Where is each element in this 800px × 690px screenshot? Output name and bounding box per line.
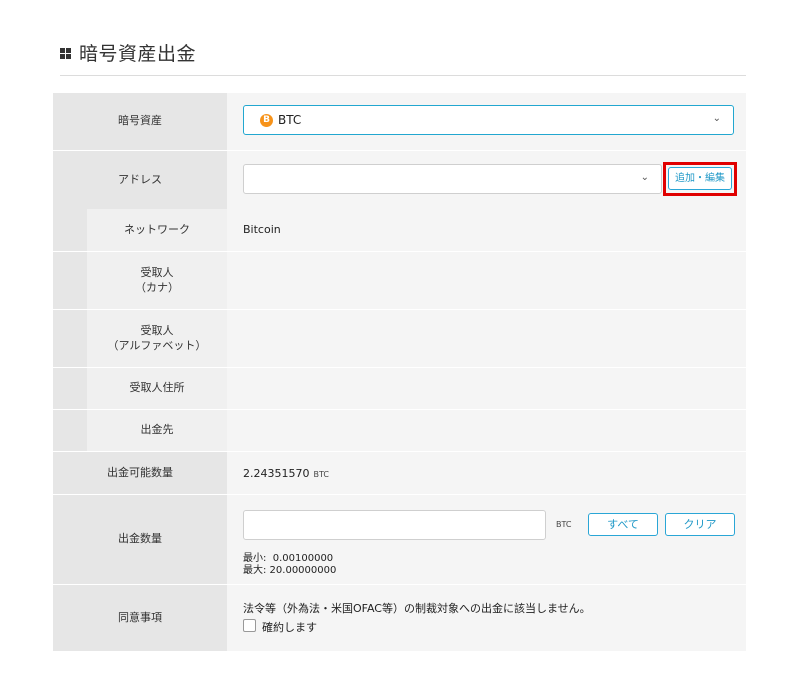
withdrawal-amount-unit: BTC xyxy=(556,520,572,529)
network-label: ネットワーク xyxy=(87,209,227,251)
destination-value-cell xyxy=(243,410,734,451)
recipient-alphabet-label-line2: （アルファベット） xyxy=(107,338,207,352)
withdrawal-amount-label: 出金数量 xyxy=(53,495,227,584)
clear-button[interactable]: クリア xyxy=(665,513,735,536)
recipient-kana-label-line1: 受取人 xyxy=(140,265,174,279)
available-amount-row: 出金可能数量 2.24351570 BTC xyxy=(53,452,746,494)
asset-label: 暗号資産 xyxy=(53,93,227,150)
recipient-address-row: 受取人住所 xyxy=(53,368,746,409)
address-select[interactable]: ⌄ xyxy=(243,164,662,194)
page-title: 暗号資産出金 xyxy=(79,43,197,65)
add-edit-address-button[interactable]: 追加・編集 xyxy=(668,167,732,190)
address-value-cell: ⌄ 追加・編集 xyxy=(243,151,737,209)
available-amount-unit: BTC xyxy=(313,470,329,479)
recipient-kana-value-cell xyxy=(243,252,734,309)
network-value: Bitcoin xyxy=(243,223,281,236)
page-header: 暗号資産出金 xyxy=(60,36,746,76)
asset-value-cell: B BTC ⌄ xyxy=(243,93,734,150)
available-amount-number: 2.24351570 xyxy=(243,467,310,480)
network-value-cell: Bitcoin xyxy=(243,209,734,251)
maximum-amount: 最大: 20.00000000 xyxy=(243,565,337,576)
available-amount-value: 2.24351570 BTC xyxy=(243,467,329,480)
sub-row-stripe xyxy=(53,209,87,251)
recipient-kana-label: 受取人 （カナ） xyxy=(87,252,227,309)
all-amount-button[interactable]: すべて xyxy=(588,513,658,536)
withdrawal-amount-row: 出金数量 BTC すべて クリア 最小: 0.00100000 最大: 20.0… xyxy=(53,495,746,584)
asset-select[interactable]: B BTC ⌄ xyxy=(243,105,734,135)
withdrawal-amount-input[interactable] xyxy=(243,510,546,540)
withdrawal-form: 暗号資産 B BTC ⌄ アドレス ⌄ 追加・編集 ネットワーク Bitcoin xyxy=(53,93,746,653)
sub-row-stripe xyxy=(53,310,87,367)
confirm-checkbox[interactable] xyxy=(243,619,256,632)
destination-label: 出金先 xyxy=(87,410,227,451)
grid-icon xyxy=(60,48,71,59)
consent-row: 同意事項 法令等（外為法・米国OFAC等）の制裁対象への出金に該当しません。 確… xyxy=(53,585,746,651)
consent-value-cell: 法令等（外為法・米国OFAC等）の制裁対象への出金に該当しません。 確約します xyxy=(243,585,734,651)
confirm-checkbox-label[interactable]: 確約します xyxy=(262,619,317,635)
sub-row-stripe xyxy=(53,252,87,309)
address-row: アドレス ⌄ 追加・編集 xyxy=(53,151,746,209)
recipient-kana-row: 受取人 （カナ） xyxy=(53,252,746,309)
recipient-alphabet-value-cell xyxy=(243,310,734,367)
asset-row: 暗号資産 B BTC ⌄ xyxy=(53,93,746,150)
asset-selected-value: BTC xyxy=(278,113,302,127)
chevron-down-icon: ⌄ xyxy=(712,113,721,124)
recipient-alphabet-label-line1: 受取人 xyxy=(140,323,174,337)
withdrawal-amount-value-cell: BTC すべて クリア 最小: 0.00100000 最大: 20.000000… xyxy=(243,495,735,584)
network-row: ネットワーク Bitcoin xyxy=(53,209,746,251)
bitcoin-icon: B xyxy=(260,114,273,127)
consent-statement: 法令等（外為法・米国OFAC等）の制裁対象への出金に該当しません。 xyxy=(243,602,591,615)
recipient-address-label: 受取人住所 xyxy=(87,368,227,409)
available-amount-value-cell: 2.24351570 BTC xyxy=(243,452,734,494)
recipient-alphabet-label: 受取人 （アルファベット） xyxy=(87,310,227,367)
recipient-address-value-cell xyxy=(243,368,734,409)
chevron-down-icon: ⌄ xyxy=(640,172,649,183)
recipient-kana-label-line2: （カナ） xyxy=(135,280,179,294)
destination-row: 出金先 xyxy=(53,410,746,451)
consent-label: 同意事項 xyxy=(53,585,227,651)
sub-row-stripe xyxy=(53,410,87,451)
available-amount-label: 出金可能数量 xyxy=(53,452,227,494)
sub-row-stripe xyxy=(53,368,87,409)
address-label: アドレス xyxy=(53,151,227,209)
recipient-alphabet-row: 受取人 （アルファベット） xyxy=(53,310,746,367)
